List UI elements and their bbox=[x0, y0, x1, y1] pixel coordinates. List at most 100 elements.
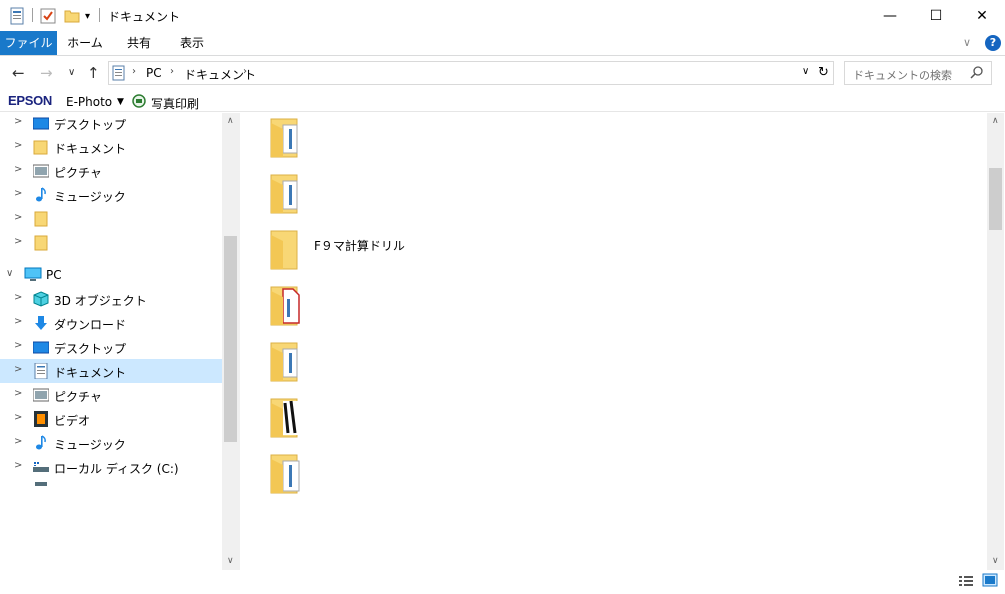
download-icon bbox=[33, 315, 49, 331]
nav-item-documents[interactable]: > ドキュメント bbox=[0, 135, 222, 159]
expand-chevron-icon[interactable]: > bbox=[14, 292, 22, 303]
maximize-button[interactable]: ☐ bbox=[913, 0, 959, 31]
nav-item-pictures[interactable]: > ピクチャ bbox=[0, 383, 222, 407]
quick-access-separator bbox=[32, 8, 33, 22]
nav-item-folder[interactable]: > bbox=[0, 231, 222, 255]
address-history-chevron-icon[interactable]: ∨ bbox=[802, 66, 809, 77]
nav-item-label: ダウンロード bbox=[54, 318, 127, 332]
status-bar bbox=[0, 570, 1005, 594]
e-photo-menu[interactable]: E-Photo bbox=[66, 95, 112, 109]
folder-with-document-icon bbox=[269, 285, 301, 327]
recent-locations-chevron-icon[interactable]: ∨ bbox=[68, 67, 75, 78]
nav-item-downloads[interactable]: > ダウンロード bbox=[0, 311, 222, 335]
scroll-up-arrow-icon[interactable]: ∧ bbox=[992, 116, 999, 126]
photo-print-icon[interactable] bbox=[132, 94, 146, 111]
file-list: F９マ計算ドリル bbox=[241, 113, 986, 570]
photo-print-button[interactable]: 写真印刷 bbox=[151, 95, 199, 112]
properties-icon[interactable] bbox=[9, 6, 25, 26]
tab-file[interactable]: ファイル bbox=[0, 31, 57, 55]
nav-item-pc[interactable]: ∨ PC bbox=[0, 263, 222, 287]
nav-item-3d-objects[interactable]: > 3D オブジェクト bbox=[0, 287, 222, 311]
forward-arrow-icon[interactable]: → bbox=[40, 64, 53, 82]
expand-chevron-icon[interactable]: > bbox=[14, 116, 22, 127]
expand-chevron-icon[interactable]: > bbox=[14, 212, 22, 223]
list-item[interactable] bbox=[269, 341, 629, 389]
folder-icon bbox=[269, 453, 301, 495]
expand-chevron-icon[interactable]: > bbox=[14, 412, 22, 423]
expand-ribbon-icon[interactable]: ∨ bbox=[963, 36, 971, 49]
epson-toolbar: EPSON E-Photo ▼ 写真印刷 bbox=[0, 90, 1005, 112]
list-item[interactable] bbox=[269, 453, 629, 501]
expand-chevron-icon[interactable]: > bbox=[14, 364, 22, 375]
expand-chevron-icon[interactable]: > bbox=[14, 188, 22, 199]
expand-chevron-icon[interactable]: > bbox=[14, 140, 22, 151]
close-button[interactable]: ✕ bbox=[959, 0, 1005, 31]
drive-icon-partial bbox=[35, 482, 47, 486]
pictures-icon bbox=[32, 387, 50, 403]
breadcrumb-separator-icon[interactable]: › bbox=[132, 66, 136, 77]
expand-chevron-icon[interactable]: > bbox=[14, 460, 22, 471]
nav-item-music[interactable]: > ミュージック bbox=[0, 431, 222, 455]
3d-objects-icon bbox=[33, 291, 49, 307]
folder-icon bbox=[33, 139, 49, 155]
documents-icon bbox=[33, 362, 49, 380]
list-item[interactable] bbox=[269, 397, 629, 445]
folder-icon bbox=[33, 235, 49, 251]
scroll-up-arrow-icon[interactable]: ∧ bbox=[227, 116, 234, 126]
collapse-chevron-icon[interactable]: ∨ bbox=[6, 268, 13, 279]
nav-item-desktop[interactable]: > デスクトップ bbox=[0, 335, 222, 359]
breadcrumb-separator-icon[interactable]: › bbox=[243, 66, 247, 77]
nav-item-pictures[interactable]: > ピクチャ bbox=[0, 159, 222, 183]
navigation-pane: > デスクトップ > ドキュメント > ピクチャ > ミュージック > > ∨ … bbox=[0, 113, 240, 570]
expand-chevron-icon[interactable]: > bbox=[14, 164, 22, 175]
tab-share[interactable]: 共有 bbox=[116, 31, 162, 55]
nav-scrollbar-thumb[interactable] bbox=[224, 236, 237, 442]
minimize-button[interactable]: — bbox=[867, 0, 913, 31]
expand-chevron-icon[interactable]: > bbox=[14, 340, 22, 351]
expand-chevron-icon[interactable]: > bbox=[14, 236, 22, 247]
expand-chevron-icon[interactable]: > bbox=[14, 436, 22, 447]
search-box[interactable]: ドキュメントの検索 bbox=[844, 61, 992, 85]
list-item[interactable] bbox=[269, 285, 629, 333]
nav-item-videos[interactable]: > ビデオ bbox=[0, 407, 222, 431]
scroll-down-arrow-icon[interactable]: ∨ bbox=[227, 556, 234, 566]
list-item[interactable] bbox=[269, 117, 629, 165]
drive-icon bbox=[33, 459, 49, 475]
expand-chevron-icon[interactable]: > bbox=[14, 316, 22, 327]
back-arrow-icon[interactable]: ← bbox=[12, 64, 25, 82]
large-icons-view-icon[interactable] bbox=[982, 573, 998, 590]
checkmark-icon[interactable] bbox=[40, 6, 56, 26]
tab-view[interactable]: 表示 bbox=[169, 31, 215, 55]
list-item[interactable]: F９マ計算ドリル bbox=[269, 229, 629, 277]
folder-icon bbox=[269, 173, 301, 215]
list-item[interactable] bbox=[269, 173, 629, 221]
content-scrollbar-thumb[interactable] bbox=[989, 168, 1002, 230]
address-bar[interactable]: › PC › ドキュメント › ∨ ↻ bbox=[108, 61, 834, 85]
nav-item-label: デスクトップ bbox=[54, 118, 127, 132]
nav-item-label: ドキュメント bbox=[54, 366, 127, 380]
nav-item-local-disk[interactable]: > ローカル ディスク (C:) bbox=[0, 455, 222, 479]
expand-chevron-icon[interactable]: > bbox=[14, 388, 22, 399]
refresh-icon[interactable]: ↻ bbox=[818, 65, 829, 80]
up-arrow-icon[interactable]: ↑ bbox=[87, 64, 100, 82]
nav-item-label: ビデオ bbox=[54, 414, 91, 428]
breadcrumb-pc[interactable]: PC bbox=[146, 66, 162, 80]
nav-item-documents-selected[interactable]: > ドキュメント bbox=[0, 359, 222, 383]
breadcrumb-separator-icon[interactable]: › bbox=[170, 66, 174, 77]
search-icon[interactable] bbox=[970, 65, 984, 82]
ribbon: ファイル ホーム 共有 表示 ∨ ? bbox=[0, 31, 1005, 56]
search-input[interactable]: ドキュメントの検索 bbox=[853, 67, 952, 83]
help-icon[interactable]: ? bbox=[985, 35, 1001, 51]
customize-toolbar-chevron-icon[interactable]: ▾ bbox=[85, 6, 90, 26]
nav-item-label: デスクトップ bbox=[54, 342, 127, 356]
nav-item-folder[interactable]: > bbox=[0, 207, 222, 231]
details-view-icon[interactable] bbox=[958, 574, 974, 591]
nav-item-music[interactable]: > ミュージック bbox=[0, 183, 222, 207]
desktop-icon bbox=[32, 115, 50, 131]
e-photo-dropdown-icon[interactable]: ▼ bbox=[117, 97, 124, 107]
tab-home[interactable]: ホーム bbox=[62, 31, 108, 55]
scroll-down-arrow-icon[interactable]: ∨ bbox=[992, 556, 999, 566]
new-folder-icon[interactable] bbox=[64, 6, 80, 26]
nav-item-label: ミュージック bbox=[54, 190, 126, 204]
nav-item-desktop[interactable]: > デスクトップ bbox=[0, 111, 222, 135]
